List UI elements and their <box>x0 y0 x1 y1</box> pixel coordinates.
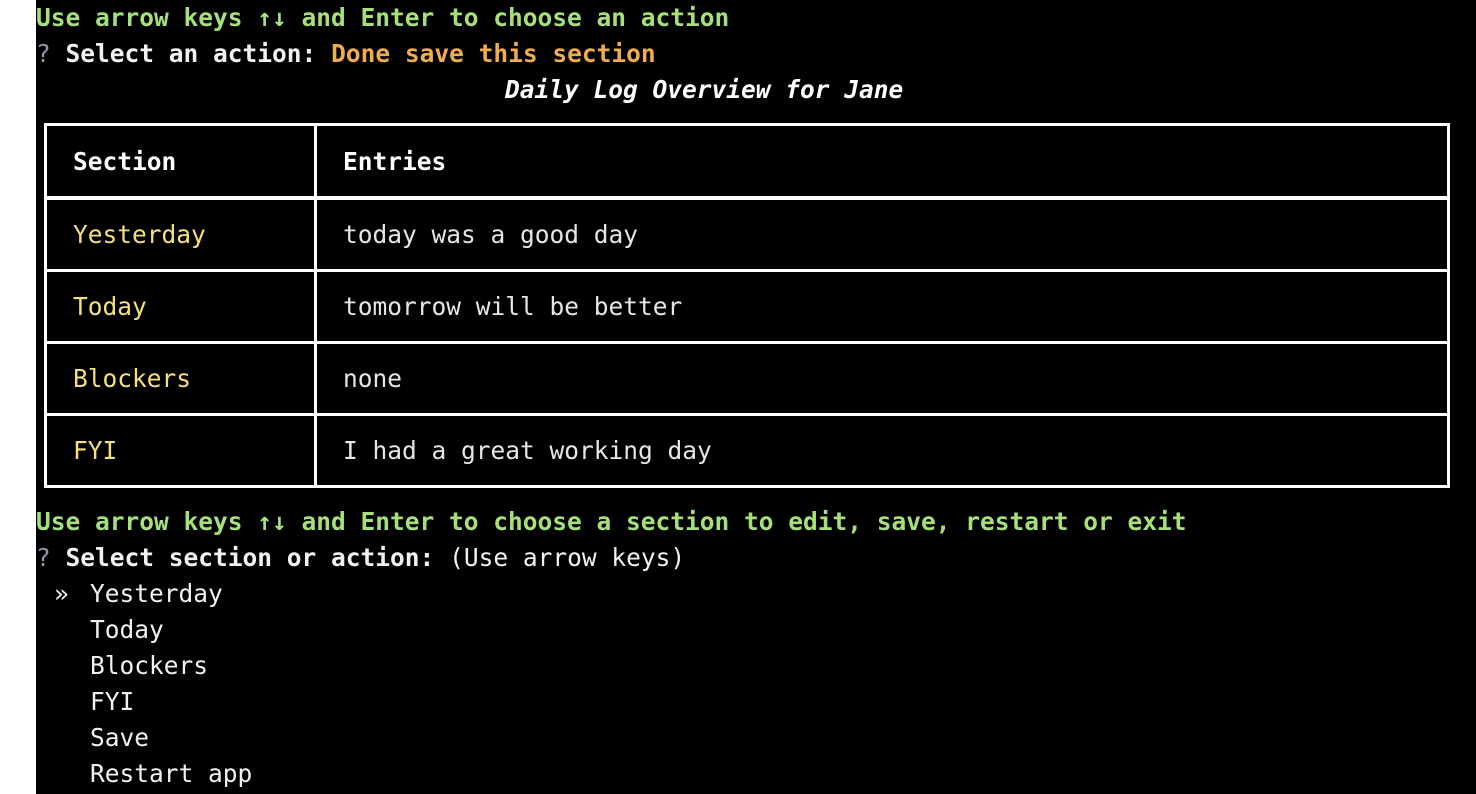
menu-option-blockers[interactable]: Blockers <box>54 648 208 684</box>
row-section: Blockers <box>47 344 317 413</box>
question-mark-icon: ? <box>36 543 51 572</box>
menu-option-today[interactable]: Today <box>54 612 164 648</box>
menu-option-yesterday[interactable]: » Yesterday <box>54 576 223 612</box>
section-prompt: ? Select section or action: (Use arrow k… <box>36 540 685 576</box>
menu-option-label: Save <box>90 723 150 752</box>
section-prompt-help: (Use arrow keys) <box>449 543 686 572</box>
pointer-icon: » <box>54 579 69 608</box>
action-prompt-label: Select an action: <box>65 39 317 68</box>
column-header-entries: Entries <box>343 146 447 176</box>
row-section: FYI <box>47 416 317 485</box>
menu-option-label: Restart app <box>90 759 253 788</box>
row-entry: today was a good day <box>343 220 639 249</box>
row-section: Yesterday <box>47 200 317 269</box>
question-mark-icon: ? <box>36 39 51 68</box>
bottom-hint: Use arrow keys ↑↓ and Enter to choose a … <box>36 507 1187 536</box>
table-row: Blockers none <box>47 341 1447 413</box>
row-entry: I had a great working day <box>343 436 712 465</box>
terminal-window: Use arrow keys ↑↓ and Enter to choose an… <box>36 0 1476 794</box>
menu-option-label: Today <box>90 615 164 644</box>
table-row: Today tomorrow will be better <box>47 269 1447 341</box>
log-table: Section Entries Yesterday today was a go… <box>44 123 1450 488</box>
column-header-section: Section <box>47 126 317 196</box>
menu-option-label: Blockers <box>90 651 209 680</box>
menu-option-label: FYI <box>90 687 135 716</box>
table-header-row: Section Entries <box>47 126 1447 197</box>
row-entry: tomorrow will be better <box>343 292 683 321</box>
menu-option-restart-app[interactable]: Restart app <box>54 756 252 792</box>
top-hint: Use arrow keys ↑↓ and Enter to choose an… <box>36 3 730 32</box>
table-row: FYI I had a great working day <box>47 413 1447 485</box>
menu-option-save[interactable]: Save <box>54 720 149 756</box>
menu-option-fyi[interactable]: FYI <box>54 684 134 720</box>
table-title: Daily Log Overview for Jane <box>505 75 904 104</box>
section-prompt-label: Select section or action: <box>65 543 435 572</box>
row-entry: none <box>343 364 403 393</box>
menu-option-label: Yesterday <box>90 579 223 608</box>
action-prompt-answer: Done save this section <box>331 39 656 68</box>
action-prompt: ? Select an action: Done save this secti… <box>36 36 656 72</box>
table-row: Yesterday today was a good day <box>47 197 1447 269</box>
row-section: Today <box>47 272 317 341</box>
